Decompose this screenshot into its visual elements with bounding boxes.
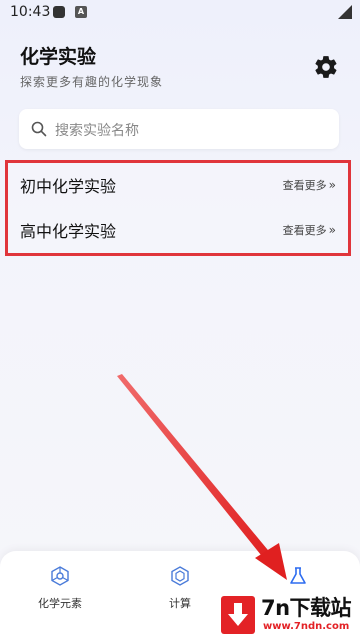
annotation-arrow: [117, 374, 287, 580]
watermark: 7n下载站 www.7ndn.com: [213, 592, 360, 641]
download-logo-icon: [221, 596, 255, 634]
watermark-url: www.7ndn.com: [263, 621, 350, 632]
watermark-title: 7n下载站: [261, 596, 352, 620]
